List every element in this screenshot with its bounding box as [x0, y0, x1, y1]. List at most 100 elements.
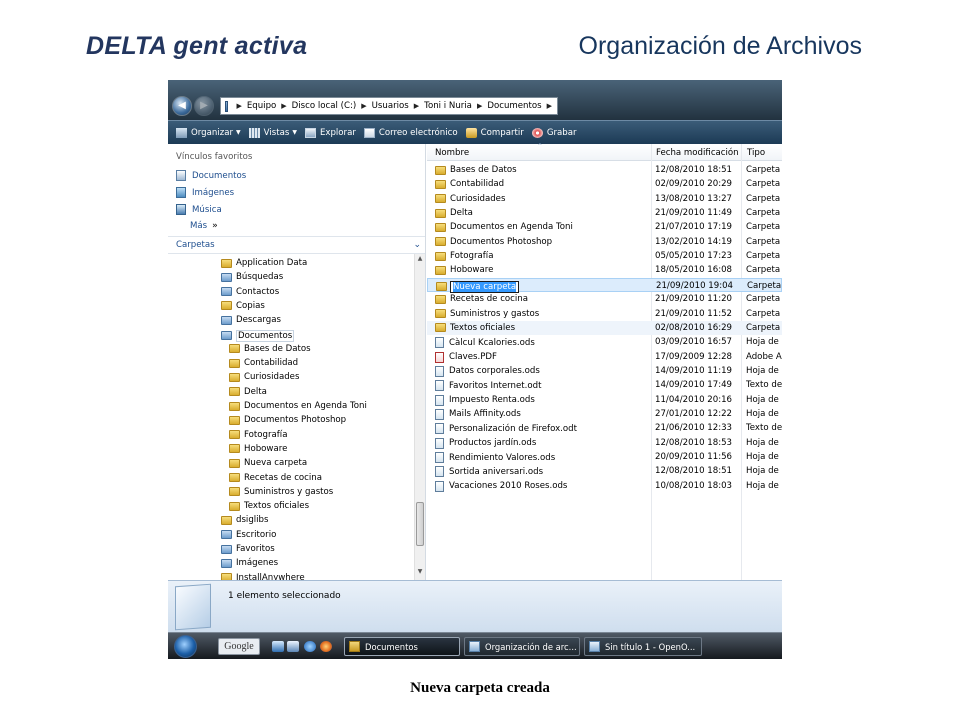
- breadcrumb-separator-icon[interactable]: ▶: [236, 102, 241, 110]
- address-bar-area: ◀ ▶ ▶ Equipo ▶ Disco local (C:) ▶ Usuarios ▶ To…: [168, 80, 782, 120]
- file-row[interactable]: Datos corporales.ods 14/09/2010 11:19 Hoja…: [427, 364, 782, 378]
- favorite-documentos[interactable]: Documentos: [176, 170, 246, 181]
- file-row[interactable]: Vacaciones 2010 Roses.ods 10/08/2010 18:0…: [427, 479, 782, 493]
- folders-header[interactable]: Carpetas ⌄: [168, 236, 425, 254]
- tree-item[interactable]: Contactos: [221, 287, 279, 297]
- tree-item[interactable]: Fotografía: [229, 430, 287, 440]
- row-name: Documentos en Agenda Toni: [435, 222, 647, 232]
- folder-row[interactable]: Nueva carpeta 21/09/2010 19:04 Carpeta d: [427, 277, 782, 293]
- row-type: Hoja de c: [746, 337, 782, 348]
- forward-button[interactable]: ▶: [194, 96, 214, 116]
- folder-row[interactable]: Contabilidad 02/09/2010 20:29 Carpeta d: [427, 177, 782, 191]
- tree-item[interactable]: dsiglibs: [221, 515, 268, 525]
- folder-row[interactable]: Delta 21/09/2010 11:49 Carpeta d: [427, 206, 782, 220]
- folder-row[interactable]: Suministros y gastos 21/09/2010 11:52 Carp…: [427, 307, 782, 321]
- folder-icon: [229, 344, 240, 354]
- breadcrumb-separator-icon[interactable]: ▶: [361, 102, 366, 110]
- column-name[interactable]: Nombre: [435, 148, 469, 158]
- folder-row[interactable]: Fotografía 05/05/2010 17:23 Carpeta d: [427, 249, 782, 263]
- file-row[interactable]: Favoritos Internet.odt 14/09/2010 17:49 Te…: [427, 378, 782, 392]
- tree-item[interactable]: Imágenes: [221, 558, 278, 568]
- tree-item[interactable]: Documentos: [221, 329, 295, 342]
- tree-scrollbar[interactable]: ▲ ▼: [414, 254, 425, 580]
- tree-item[interactable]: Descargas: [221, 315, 281, 325]
- folder-row[interactable]: Hoboware 18/05/2010 16:08 Carpeta d: [427, 263, 782, 277]
- google-search-box[interactable]: Google: [218, 638, 260, 655]
- tree-item[interactable]: Favoritos: [221, 544, 275, 554]
- firefox-icon[interactable]: [320, 641, 332, 652]
- explore-button[interactable]: Explorar: [304, 127, 356, 138]
- folder-icon: [435, 165, 446, 175]
- file-row[interactable]: Productos jardín.ods 12/08/2010 18:53 Hoja…: [427, 436, 782, 450]
- internet-explorer-icon[interactable]: [304, 641, 316, 652]
- file-row[interactable]: Personalización de Firefox.odt 21/06/2010…: [427, 421, 782, 435]
- show-desktop-icon[interactable]: [272, 641, 284, 652]
- breadcrumb-item[interactable]: Usuarios: [372, 101, 409, 111]
- pictures-icon: [176, 187, 186, 198]
- breadcrumb-item[interactable]: Disco local (C:): [292, 101, 357, 111]
- tree-item[interactable]: Application Data: [221, 258, 307, 268]
- rename-input[interactable]: Nueva carpeta: [450, 280, 520, 293]
- burn-button[interactable]: Grabar: [531, 127, 577, 138]
- file-row[interactable]: Impuesto Renta.ods 11/04/2010 20:16 Hoja d…: [427, 393, 782, 407]
- column-date[interactable]: Fecha modificación: [656, 148, 739, 158]
- back-button[interactable]: ◀: [172, 96, 192, 116]
- address-box[interactable]: ▶ Equipo ▶ Disco local (C:) ▶ Usuarios ▶ Toni i…: [220, 97, 558, 115]
- folder-row[interactable]: Documentos en Agenda Toni 21/07/2010 17:1…: [427, 220, 782, 234]
- row-name: Productos jardín.ods: [435, 437, 647, 449]
- task-organizacion[interactable]: Organización de arc...: [464, 637, 580, 656]
- file-row[interactable]: Claves.PDF 17/09/2009 12:28 Adobe A: [427, 350, 782, 364]
- share-button[interactable]: Compartir: [465, 127, 524, 138]
- breadcrumb-separator-icon[interactable]: ▶: [414, 102, 419, 110]
- breadcrumb-separator-icon[interactable]: ▶: [547, 102, 552, 110]
- tree-item-label: Textos oficiales: [244, 501, 310, 512]
- breadcrumb-separator-icon[interactable]: ▶: [477, 102, 482, 110]
- tree-item[interactable]: Contabilidad: [229, 358, 298, 368]
- document-icon: [435, 365, 444, 377]
- favorite-imagenes[interactable]: Imágenes: [176, 187, 234, 198]
- tree-item[interactable]: Nueva carpeta: [229, 458, 307, 468]
- file-row[interactable]: Rendimiento Valores.ods 20/09/2010 11:56 H…: [427, 450, 782, 464]
- breadcrumb-item[interactable]: Documentos: [487, 101, 541, 111]
- folder-row[interactable]: Recetas de cocina 21/09/2010 11:20 Carpeta…: [427, 292, 782, 306]
- tree-item[interactable]: Copias: [221, 301, 265, 311]
- tree-item[interactable]: Suministros y gastos: [229, 487, 333, 497]
- tree-item[interactable]: Documentos en Agenda Toni: [229, 401, 367, 411]
- column-type[interactable]: Tipo: [747, 148, 765, 158]
- favorite-musica[interactable]: Música: [176, 204, 222, 215]
- scroll-down-icon[interactable]: ▼: [416, 568, 424, 578]
- favorites-more[interactable]: Más»: [190, 221, 218, 231]
- row-type: Carpeta d: [746, 222, 782, 233]
- tree-item[interactable]: Curiosidades: [229, 372, 299, 382]
- tree-item[interactable]: Delta: [229, 387, 267, 397]
- tree-item[interactable]: Recetas de cocina: [229, 473, 322, 483]
- pdf-file-icon: [435, 351, 444, 363]
- start-button[interactable]: [174, 635, 197, 658]
- breadcrumb-separator-icon[interactable]: ▶: [281, 102, 286, 110]
- scroll-thumb[interactable]: [416, 502, 424, 546]
- scroll-up-icon[interactable]: ▲: [416, 255, 424, 265]
- folder-row[interactable]: Curiosidades 13/08/2010 13:27 Carpeta d: [427, 192, 782, 206]
- folder-row[interactable]: Bases de Datos 12/08/2010 18:51 Carpeta d: [427, 163, 782, 177]
- breadcrumb-item[interactable]: Equipo: [247, 101, 276, 111]
- email-button[interactable]: Correo electrónico: [363, 127, 458, 138]
- tree-item[interactable]: Búsquedas: [221, 272, 283, 282]
- folder-row[interactable]: Documentos Photoshop 13/02/2010 14:19 Carp…: [427, 235, 782, 249]
- tree-item[interactable]: Escritorio: [221, 530, 276, 540]
- file-row[interactable]: Sortida aniversari.ods 12/08/2010 18:51 Ho…: [427, 464, 782, 478]
- folder-row[interactable]: Textos oficiales 02/08/2010 16:29 Carpeta …: [427, 320, 782, 335]
- organize-button[interactable]: Organizar ▼: [176, 127, 241, 138]
- computer-icon: [225, 100, 229, 112]
- task-sin-titulo[interactable]: Sin título 1 - OpenO...: [584, 637, 702, 656]
- switch-windows-icon[interactable]: [287, 641, 299, 652]
- file-row[interactable]: Càlcul Kcalories.ods 03/09/2010 16:57 Hoja…: [427, 335, 782, 349]
- tree-item[interactable]: Textos oficiales: [229, 501, 309, 511]
- breadcrumb-item[interactable]: Toni i Nuria: [424, 101, 472, 111]
- tree-item[interactable]: Bases de Datos: [229, 344, 311, 354]
- tree-item[interactable]: Documentos Photoshop: [229, 415, 346, 425]
- views-button[interactable]: Vistas ▼: [248, 127, 297, 138]
- task-documentos[interactable]: Documentos: [344, 637, 460, 656]
- file-row[interactable]: Mails Affinity.ods 27/01/2010 12:22 Hoja d…: [427, 407, 782, 421]
- tree-item-label: Bases de Datos: [244, 343, 311, 354]
- tree-item[interactable]: Hoboware: [229, 444, 287, 454]
